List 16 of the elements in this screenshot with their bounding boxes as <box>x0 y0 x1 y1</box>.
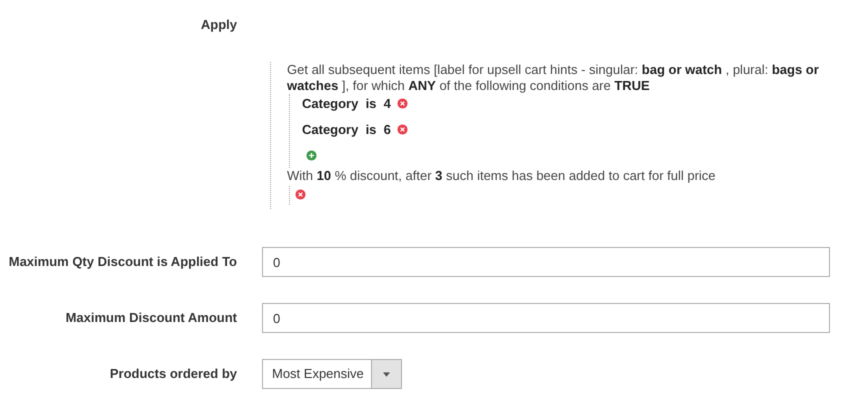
rule-sentence: Get all subsequent items [label for upsell cart hints - singular: bag or watch , plural: bags or watches ], for which ANY of the following conditions are TRUE <box>287 62 820 94</box>
remove-icon[interactable] <box>295 189 306 200</box>
remove-icon[interactable] <box>396 98 408 108</box>
input-field[interactable]: 0 <box>262 303 830 333</box>
sort-dropdown[interactable]: Most Expensive <box>262 359 402 389</box>
caret-icon <box>383 372 390 376</box>
field-label: Products ordered by <box>110 366 237 381</box>
action-sentence: With 10 % discount, after 3 such items has been added to cart for full price <box>287 168 717 184</box>
condition-text[interactable]: Category is 4 <box>302 96 391 110</box>
apply-label: Apply <box>200 17 237 32</box>
condition-text[interactable]: Category is 6 <box>302 122 391 136</box>
field-label: Maximum Discount Amount <box>66 310 237 325</box>
input-field[interactable]: 0 <box>262 247 830 277</box>
field-label: Maximum Qty Discount is Applied To <box>8 254 237 269</box>
add-icon[interactable] <box>306 150 317 160</box>
remove-icon[interactable] <box>396 124 408 134</box>
